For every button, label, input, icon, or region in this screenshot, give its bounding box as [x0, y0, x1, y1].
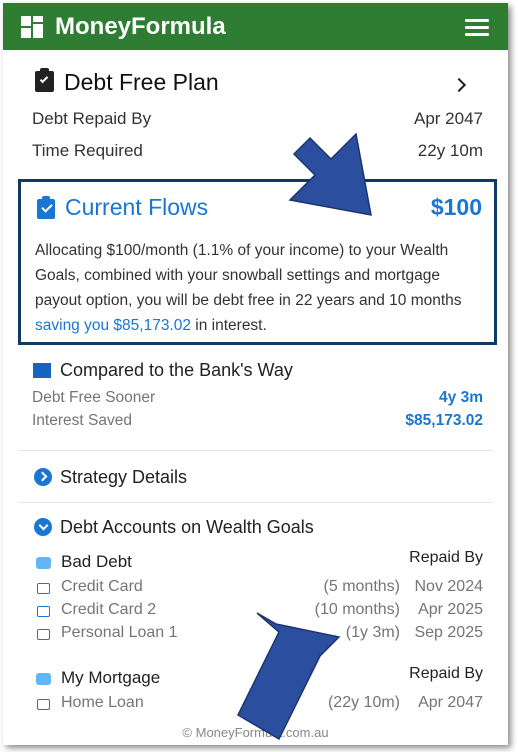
app-title: MoneyFormula	[55, 13, 226, 40]
account-name: Home Loan	[61, 694, 144, 711]
debt-free-sooner-value: 4y 3m	[439, 389, 483, 406]
account-name: Credit Card	[61, 578, 143, 595]
page-title: Debt Free Plan	[64, 69, 219, 95]
flows-savings-text: saving you $85,173.02	[35, 317, 191, 334]
bank-square-icon	[33, 363, 51, 378]
account-icon	[37, 583, 50, 594]
flows-suffix-text: in interest.	[190, 317, 267, 334]
bad-debt-group-name: Bad Debt	[61, 552, 132, 571]
app-header: MoneyFormula	[3, 3, 508, 50]
chevron-down-circle-icon[interactable]	[34, 518, 52, 536]
time-required-value: 22y 10m	[417, 141, 483, 160]
logo-icon	[21, 16, 43, 38]
chevron-right-icon[interactable]	[451, 77, 467, 93]
chevron-right-circle-icon[interactable]	[34, 468, 52, 486]
account-icon	[37, 629, 50, 640]
interest-saved-value: $85,173.02	[405, 412, 483, 429]
debt-repaid-by-label: Debt Repaid By	[32, 109, 152, 128]
interest-saved-label: Interest Saved	[32, 412, 132, 429]
bad-debt-group-icon	[36, 557, 51, 569]
account-name: Personal Loan 1	[61, 624, 178, 641]
time-required-label: Time Required	[32, 141, 143, 160]
account-repaid-date: Apr 2025	[418, 601, 483, 618]
divider	[18, 450, 493, 451]
mortgage-group-icon	[36, 673, 51, 685]
account-name: Credit Card 2	[61, 601, 157, 618]
account-icon	[37, 606, 50, 617]
clipboard-check-icon	[35, 68, 54, 92]
hamburger-menu-icon[interactable]	[465, 19, 489, 37]
flows-description-text: Allocating $100/month (1.1% of your inco…	[35, 242, 462, 309]
strategy-details-title: Strategy Details	[60, 467, 188, 487]
clipboard-check-icon	[37, 196, 55, 219]
account-repaid-date: Apr 2047	[418, 694, 483, 711]
current-flows-description: Allocating $100/month (1.1% of your inco…	[35, 238, 485, 338]
debt-accounts-title: Debt Accounts on Wealth Goals	[60, 517, 314, 537]
account-repaid-date: Sep 2025	[414, 624, 483, 641]
divider	[18, 502, 493, 503]
account-duration: (5 months)	[323, 578, 400, 595]
arrow-up-right-icon	[237, 612, 341, 741]
current-flows-card[interactable]: Current Flows $100 Allocating $100/month…	[18, 179, 497, 345]
current-flows-amount: $100	[430, 194, 482, 220]
account-duration: (10 months)	[314, 601, 400, 618]
account-icon	[37, 699, 50, 710]
account-duration: (22y 10m)	[327, 694, 400, 711]
mortgage-group-name: My Mortgage	[61, 668, 161, 687]
mortgage-repaid-by-label: Repaid By	[409, 665, 483, 682]
app-window: MoneyFormula Debt Free Plan Debt Repaid …	[3, 3, 508, 745]
bank-comparison-title: Compared to the Bank's Way	[60, 360, 293, 380]
debt-repaid-by-value: Apr 2047	[414, 109, 483, 128]
account-repaid-date: Nov 2024	[414, 578, 484, 595]
debt-free-sooner-label: Debt Free Sooner	[32, 389, 156, 406]
current-flows-title: Current Flows	[65, 194, 209, 220]
footer-copyright: © MoneyFormula.com.au	[182, 725, 329, 740]
account-duration: (1y 3m)	[345, 624, 400, 641]
bad-debt-repaid-by-label: Repaid By	[409, 549, 483, 566]
